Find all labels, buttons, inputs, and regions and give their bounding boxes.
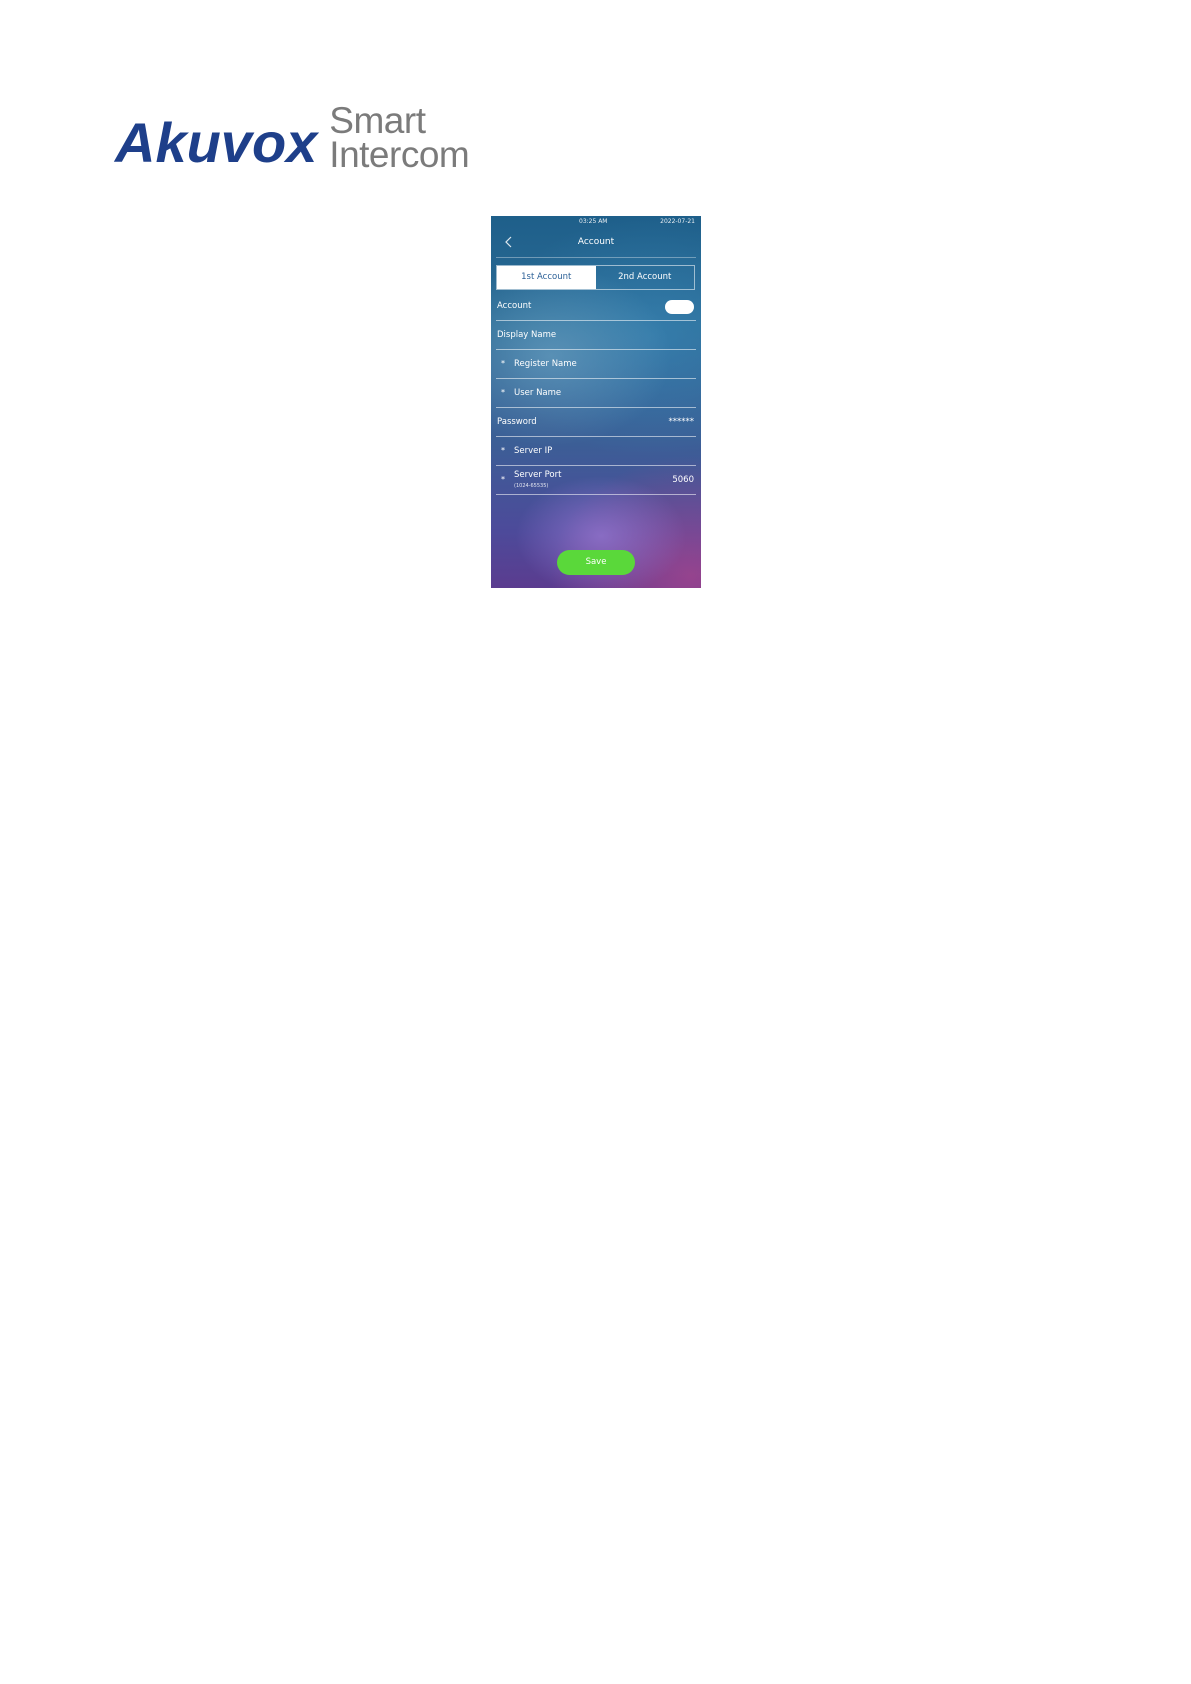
display-name-label: Display Name [497, 330, 557, 340]
account-toggle[interactable] [665, 300, 694, 314]
page-title: Account [577, 237, 615, 247]
row-account: Account [496, 292, 696, 321]
logo-brand: Akuvox [115, 111, 318, 174]
row-password[interactable]: Password ****** [496, 408, 696, 437]
logo-tagline-line2: Intercom [329, 134, 470, 175]
row-register-name[interactable]: * Register Name [496, 350, 696, 379]
status-time: 03:25 AM [579, 218, 608, 225]
required-mark: * [501, 359, 505, 368]
server-ip-label: Server IP [514, 446, 553, 456]
row-display-name[interactable]: Display Name [496, 321, 696, 350]
required-mark: * [501, 475, 505, 484]
required-mark: * [501, 446, 505, 455]
password-label: Password [497, 417, 537, 427]
tab-1st-account[interactable]: 1st Account [497, 266, 596, 289]
server-port-range-hint: (1024-65535) [514, 483, 549, 489]
back-chevron-icon[interactable] [503, 236, 515, 248]
status-date: 2022-07-21 [660, 218, 695, 225]
server-port-label: Server Port [514, 470, 562, 480]
akuvox-logo: Akuvox Smart Intercom [115, 100, 470, 175]
account-tabs: 1st Account 2nd Account [496, 265, 695, 290]
status-bar: 03:25 AM 2022-07-21 [491, 216, 701, 228]
account-settings-list: Account Display Name * Register Name * U… [496, 292, 696, 495]
register-name-label: Register Name [514, 359, 577, 369]
password-value: ****** [668, 417, 695, 427]
title-divider [496, 257, 696, 258]
save-button[interactable]: Save [557, 550, 635, 575]
title-bar: Account [491, 228, 701, 256]
logo-tagline: Smart Intercom [329, 100, 470, 175]
row-server-ip[interactable]: * Server IP [496, 437, 696, 466]
tab-2nd-account[interactable]: 2nd Account [596, 266, 695, 289]
device-screen: 03:25 AM 2022-07-21 Account 1st Account … [491, 216, 701, 588]
user-name-label: User Name [514, 388, 562, 398]
row-server-port[interactable]: * Server Port (1024-65535) 5060 [496, 466, 696, 495]
required-mark: * [501, 388, 505, 397]
row-user-name[interactable]: * User Name [496, 379, 696, 408]
logo-tagline-line1: Smart [329, 100, 426, 141]
account-label: Account [497, 301, 532, 311]
server-port-value: 5060 [672, 475, 694, 485]
